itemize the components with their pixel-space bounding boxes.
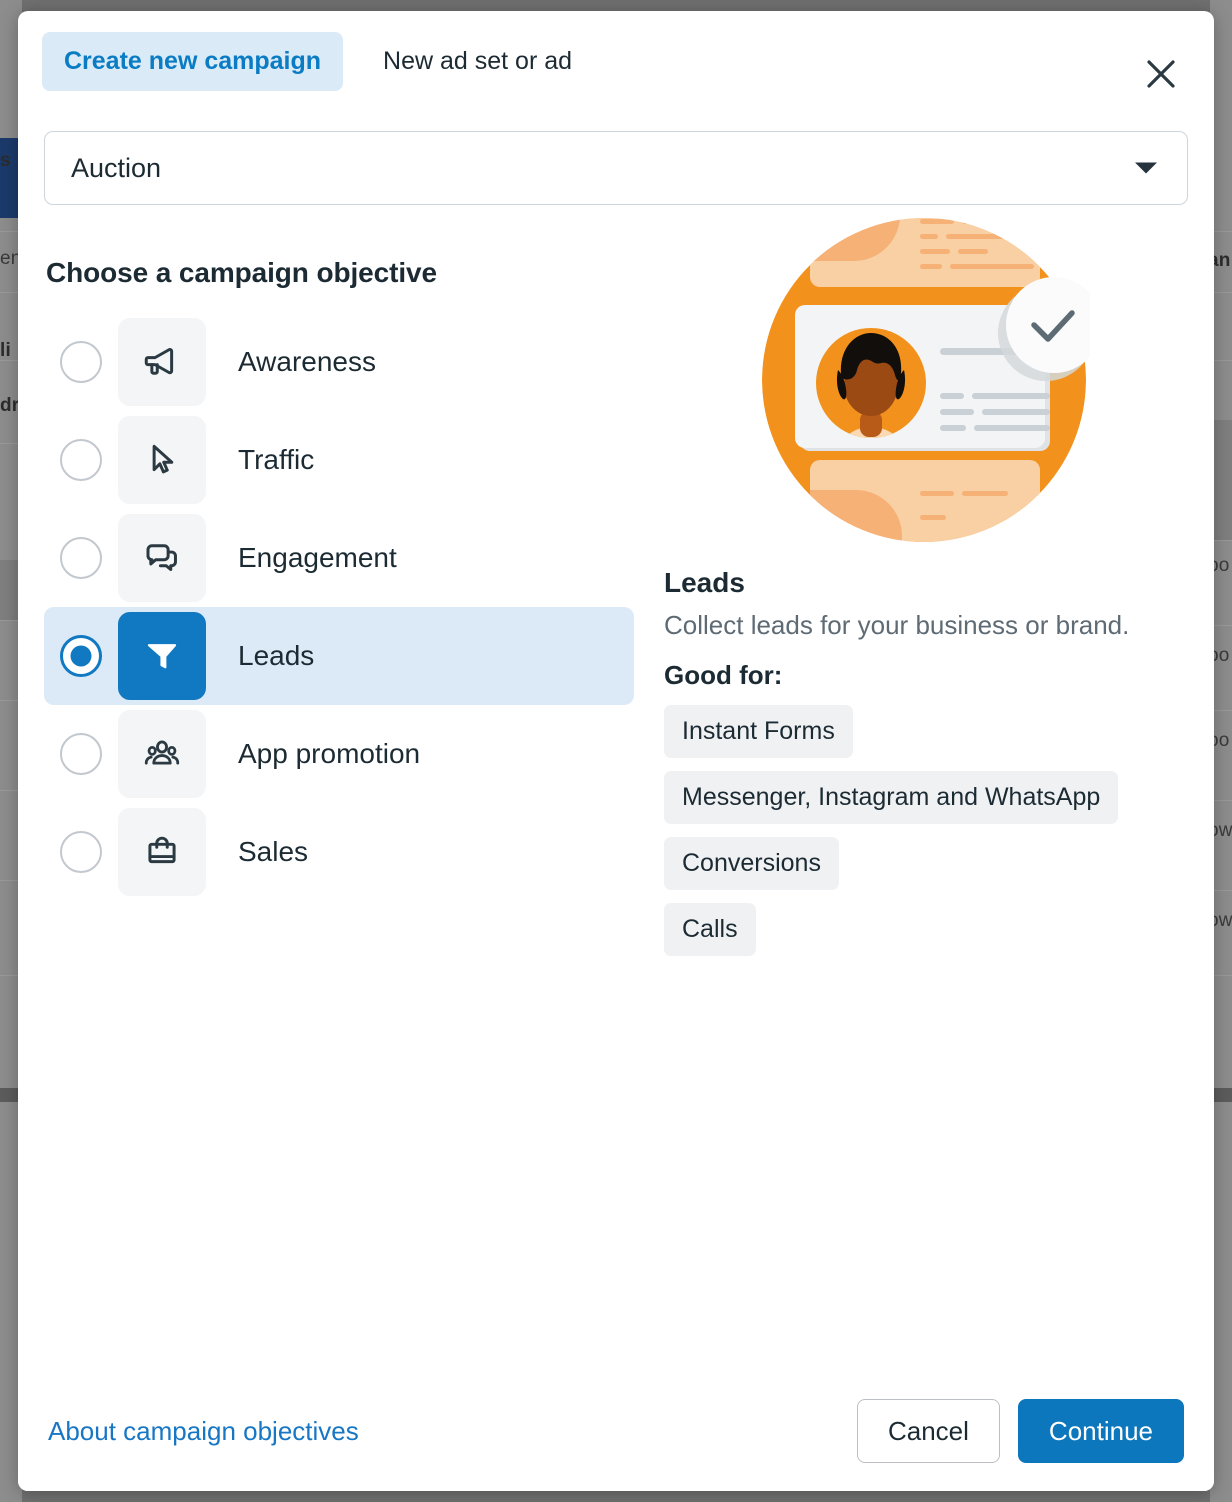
radio-engagement[interactable] (60, 537, 102, 579)
about-campaign-objectives-link[interactable]: About campaign objectives (48, 1416, 359, 1447)
tab-create-new-campaign[interactable]: Create new campaign (42, 31, 344, 91)
objective-row-engagement[interactable]: Engagement (44, 509, 634, 607)
people-group-icon (118, 710, 206, 798)
background-text: li (0, 340, 11, 361)
cursor-icon (118, 416, 206, 504)
good-for-label: Good for: (664, 659, 783, 690)
objective-row-traffic[interactable]: Traffic (44, 411, 634, 509)
objective-row-awareness[interactable]: Awareness (44, 313, 634, 411)
tag-calls: Calls (664, 902, 756, 956)
objective-label: Sales (238, 836, 309, 867)
objective-label: App promotion (238, 738, 421, 769)
shopping-bag-icon (118, 808, 206, 896)
megaphone-icon (118, 318, 206, 406)
radio-leads[interactable] (60, 635, 102, 677)
page-title: Choose a campaign objective (46, 257, 437, 288)
objective-label: Awareness (238, 346, 377, 377)
funnel-icon (118, 612, 206, 700)
modal-body: Choose a campaign objective Awareness Tr… (18, 205, 1214, 969)
chat-bubbles-icon (118, 514, 206, 602)
detail-title: Leads (664, 567, 745, 598)
modal-header: Create new campaign New ad set or ad (18, 11, 1214, 111)
background-text: dr (0, 395, 20, 416)
cancel-button[interactable]: Cancel (856, 1399, 1000, 1463)
detail-description: Collect leads for your business or brand… (664, 610, 1130, 640)
create-campaign-modal: Create new campaign New ad set or ad Auc… (18, 11, 1214, 1491)
objective-list-column: Choose a campaign objective Awareness Tr… (44, 205, 634, 969)
radio-app-promotion[interactable] (60, 733, 102, 775)
tag-instant-forms: Instant Forms (664, 704, 853, 758)
objective-row-sales[interactable]: Sales (44, 803, 634, 901)
objective-row-app-promotion[interactable]: App promotion (44, 705, 634, 803)
objective-label: Leads (238, 640, 315, 671)
good-for-tags: Instant Forms Messenger, Instagram and W… (664, 704, 1188, 969)
radio-sales[interactable] (60, 831, 102, 873)
objective-detail-panel: Leads Collect leads for your business or… (634, 205, 1188, 969)
lead-form-illustration (664, 215, 1188, 545)
close-icon[interactable] (1140, 53, 1182, 95)
radio-traffic[interactable] (60, 439, 102, 481)
radio-awareness[interactable] (60, 341, 102, 383)
buying-type-select[interactable]: Auction (44, 131, 1188, 205)
chevron-down-icon (1135, 162, 1157, 174)
background-text: s (0, 150, 11, 171)
tab-new-ad-set-or-ad[interactable]: New ad set or ad (361, 32, 594, 91)
objective-row-leads[interactable]: Leads (44, 607, 634, 705)
footer-actions: Cancel Continue (856, 1399, 1184, 1463)
buying-type-value: Auction (71, 152, 162, 183)
continue-button[interactable]: Continue (1017, 1399, 1184, 1463)
objective-label: Traffic (238, 444, 315, 475)
tag-messenger-instagram-whatsapp: Messenger, Instagram and WhatsApp (664, 770, 1119, 824)
objective-label: Engagement (238, 542, 397, 573)
modal-footer: About campaign objectives Cancel Continu… (18, 1371, 1214, 1491)
tag-conversions: Conversions (664, 836, 839, 890)
